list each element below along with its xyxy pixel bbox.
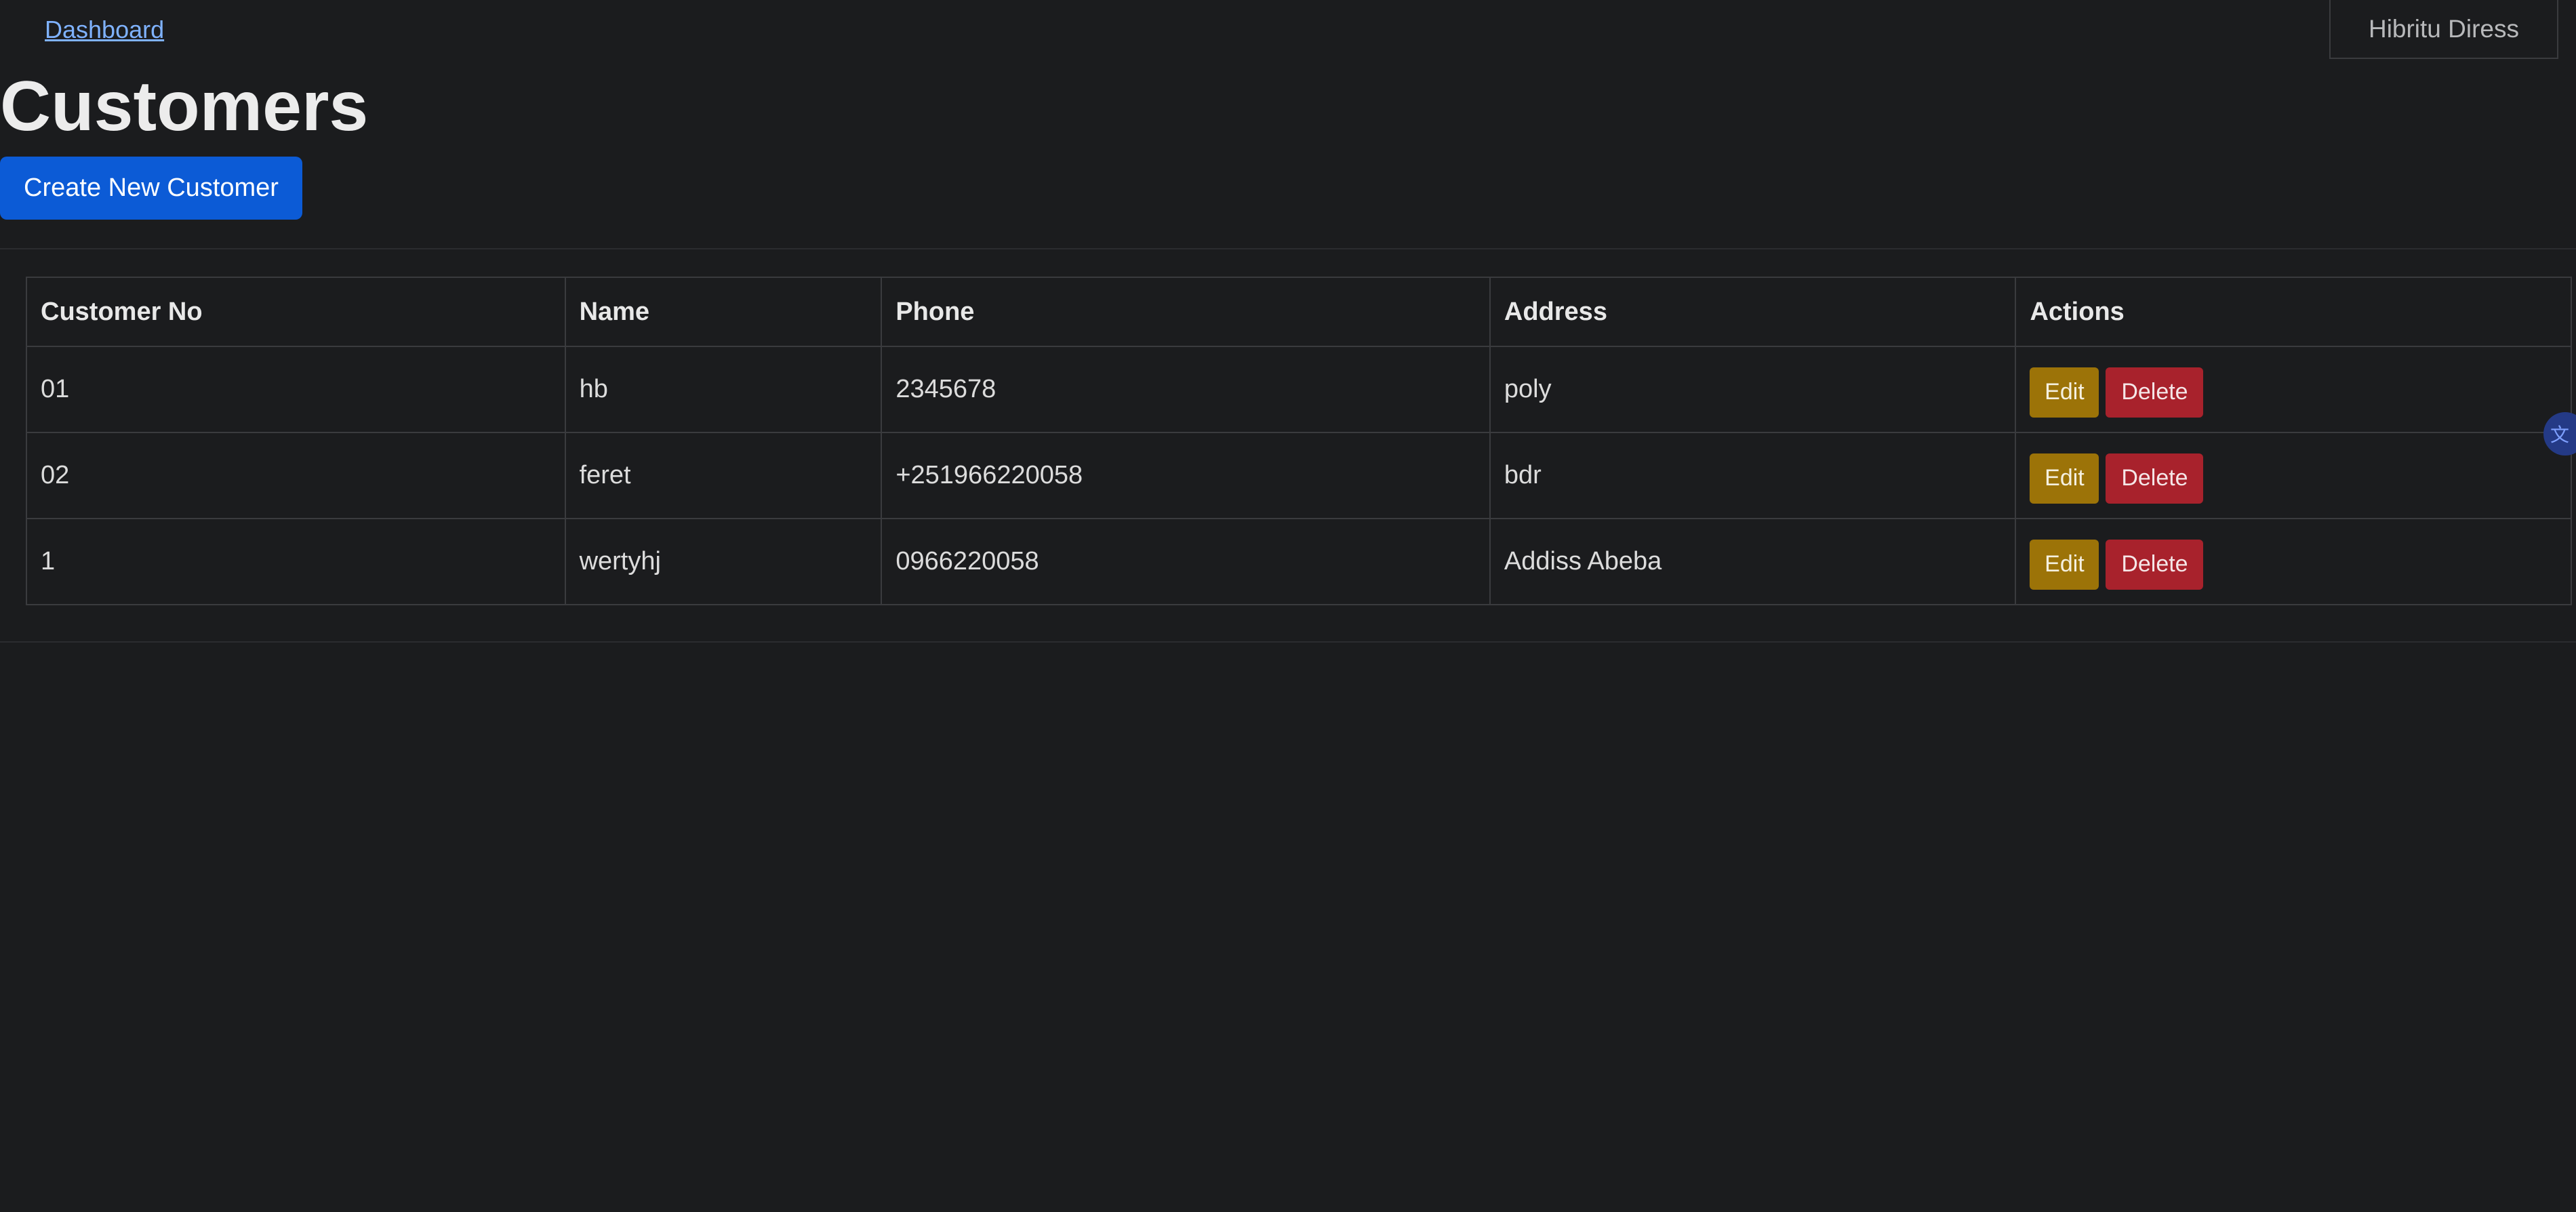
column-header-name: Name bbox=[564, 277, 883, 347]
customer-no-cell: 1 bbox=[26, 518, 566, 605]
name-cell: feret bbox=[564, 432, 883, 519]
address-cell: poly bbox=[1489, 346, 2017, 433]
dashboard-link[interactable]: Dashboard bbox=[45, 14, 164, 46]
address-cell: bdr bbox=[1489, 432, 2017, 519]
customers-card: Customer No Name Phone Address Actions 0… bbox=[0, 248, 2576, 643]
customers-page: Dashboard Hibritu Diress Customers Creat… bbox=[0, 0, 2576, 1212]
create-customer-button[interactable]: Create New Customer bbox=[0, 157, 302, 220]
phone-cell: 0966220058 bbox=[881, 518, 1491, 605]
column-header-customer-no: Customer No bbox=[26, 277, 566, 347]
customer-no-cell: 02 bbox=[26, 432, 566, 519]
customer-no-cell: 01 bbox=[26, 346, 566, 433]
edit-button[interactable]: Edit bbox=[2030, 539, 2099, 590]
edit-button[interactable]: Edit bbox=[2030, 367, 2099, 418]
column-header-phone: Phone bbox=[881, 277, 1491, 347]
delete-button[interactable]: Delete bbox=[2106, 367, 2204, 418]
translate-glyph: 文 bbox=[2550, 424, 2570, 445]
customers-table: Customer No Name Phone Address Actions 0… bbox=[26, 277, 2572, 605]
actions-cell: Edit Delete bbox=[2015, 432, 2572, 519]
phone-cell: +251966220058 bbox=[881, 432, 1491, 519]
name-cell: wertyhj bbox=[564, 518, 883, 605]
column-header-address: Address bbox=[1489, 277, 2017, 347]
table-row: 1 wertyhj 0966220058 Addiss Abeba Edit De… bbox=[26, 518, 2572, 605]
table-header-row: Customer No Name Phone Address Actions bbox=[26, 277, 2572, 347]
actions-cell: Edit Delete bbox=[2015, 346, 2572, 433]
address-cell: Addiss Abeba bbox=[1489, 518, 2017, 605]
page-title: Customers bbox=[0, 67, 369, 146]
user-menu[interactable]: Hibritu Diress bbox=[2329, 0, 2558, 59]
table-row: 01 hb 2345678 poly Edit Delete bbox=[26, 346, 2572, 433]
edit-button[interactable]: Edit bbox=[2030, 453, 2099, 504]
actions-cell: Edit Delete bbox=[2015, 518, 2572, 605]
column-header-actions: Actions bbox=[2015, 277, 2572, 347]
delete-button[interactable]: Delete bbox=[2106, 539, 2204, 590]
table-row: 02 feret +251966220058 bdr Edit Delete bbox=[26, 432, 2572, 519]
phone-cell: 2345678 bbox=[881, 346, 1491, 433]
delete-button[interactable]: Delete bbox=[2106, 453, 2204, 504]
name-cell: hb bbox=[564, 346, 883, 433]
